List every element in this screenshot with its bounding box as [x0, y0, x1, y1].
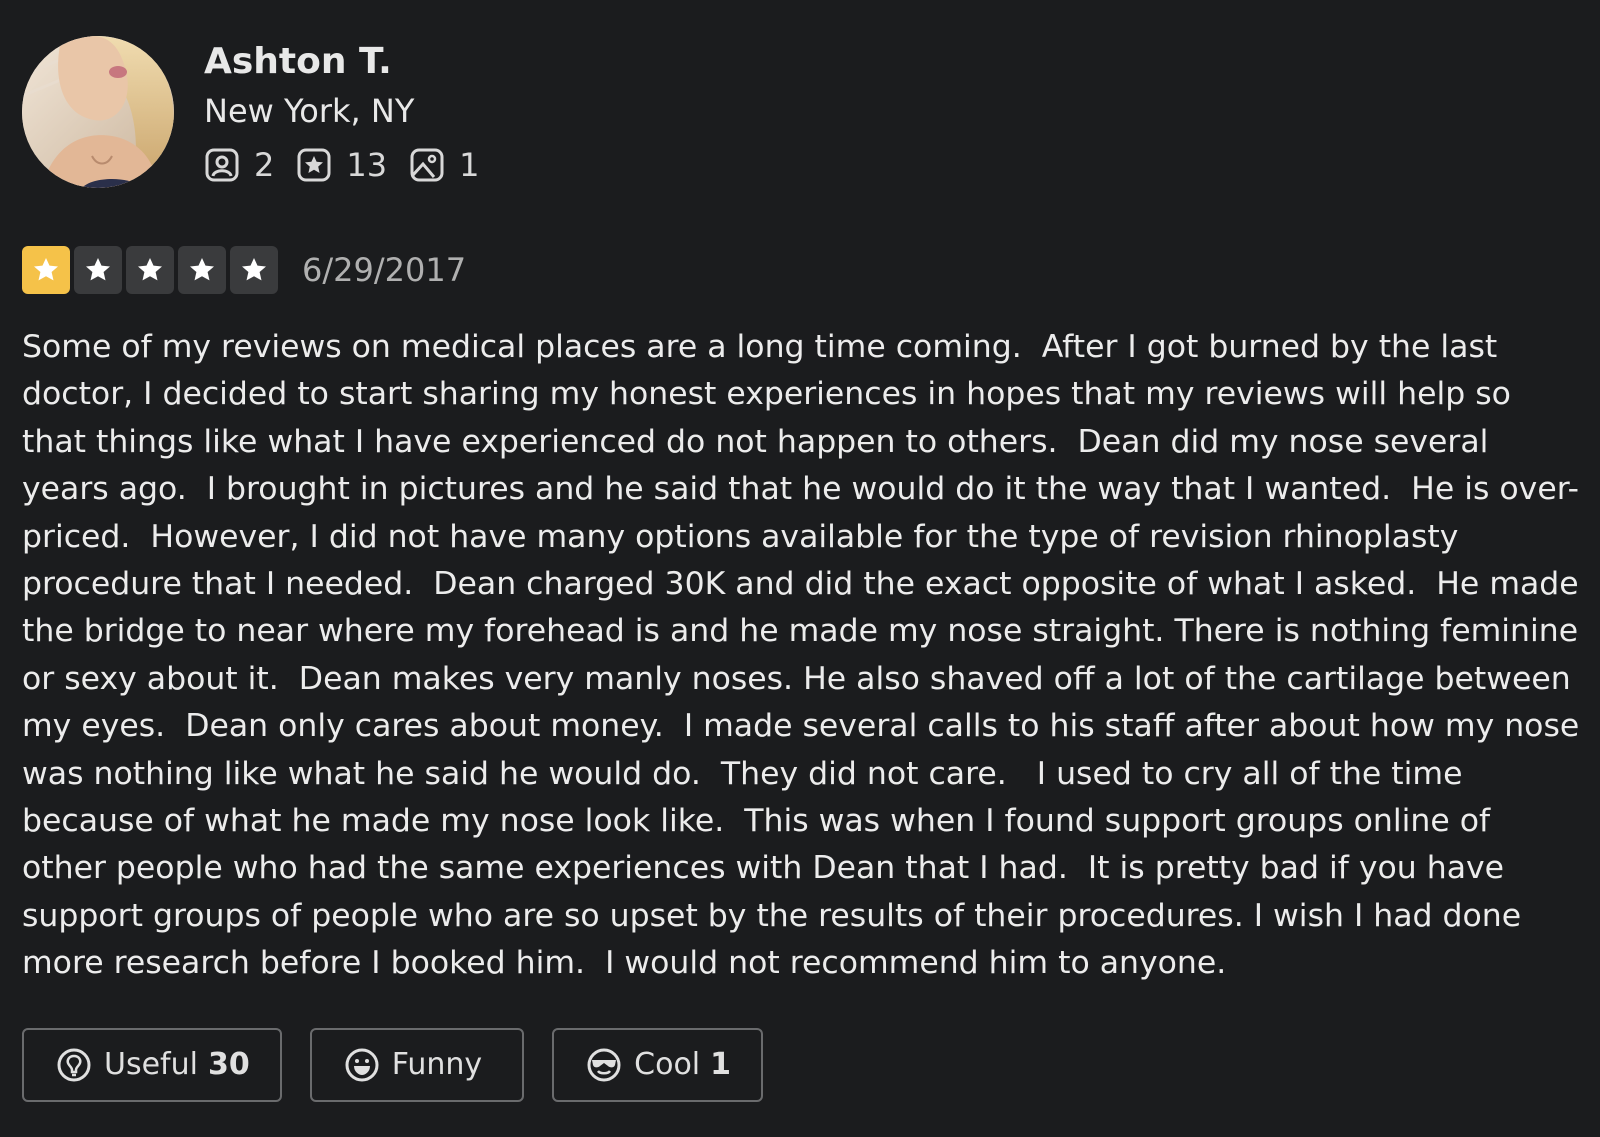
rating-star	[126, 246, 174, 294]
review-date: 6/29/2017	[302, 251, 467, 289]
user-stats: 2 13 1	[204, 146, 501, 184]
user-avatar[interactable]	[22, 36, 174, 188]
star-icon	[190, 258, 214, 281]
review-header: Ashton T. New York, NY 2 13 1	[22, 36, 1582, 188]
cool-icon	[586, 1047, 622, 1083]
friends-icon	[204, 147, 240, 183]
review-actions: Useful 30 Funny Cool 1	[22, 1027, 1582, 1102]
funny-icon	[344, 1047, 380, 1083]
star-icon	[138, 258, 162, 281]
photo-icon	[409, 147, 445, 183]
star-icon	[34, 258, 58, 281]
rating-star	[230, 246, 278, 294]
rating-star	[74, 246, 122, 294]
rating-star	[178, 246, 226, 294]
funny-label: Funny	[391, 1047, 483, 1083]
stat-reviews: 13	[296, 146, 387, 184]
user-location: New York, NY	[204, 92, 415, 130]
rating-star	[22, 246, 70, 294]
useful-label: Useful	[104, 1047, 198, 1083]
review-text: Some of my reviews on medical places are…	[22, 329, 1590, 982]
stat-friends-value: 2	[254, 146, 275, 184]
star-icon	[242, 258, 266, 281]
review-card: Ashton T. New York, NY 2 13 1 6/29/2017 …	[22, 36, 1582, 1102]
stat-reviews-value: 13	[346, 146, 388, 184]
useful-count: 30	[207, 1047, 250, 1083]
review-star-icon	[296, 147, 332, 183]
stat-friends: 2	[204, 146, 274, 184]
stat-photos: 1	[409, 146, 479, 184]
star-rating	[22, 246, 282, 294]
cool-label: Cool	[634, 1047, 701, 1083]
useful-icon	[56, 1047, 92, 1083]
rating-row: 6/29/2017	[22, 246, 1582, 294]
cool-button[interactable]: Cool 1	[552, 1027, 764, 1102]
stat-photos-value: 1	[459, 146, 480, 184]
useful-button[interactable]: Useful 30	[22, 1027, 282, 1102]
star-icon	[86, 258, 110, 281]
cool-count: 1	[710, 1047, 732, 1083]
user-meta: Ashton T. New York, NY 2 13 1	[204, 40, 501, 184]
funny-button[interactable]: Funny	[309, 1027, 525, 1102]
user-name[interactable]: Ashton T.	[204, 40, 501, 84]
